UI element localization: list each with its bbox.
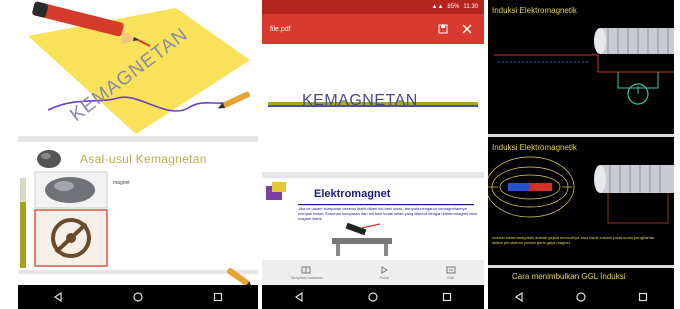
- back-icon[interactable]: [52, 291, 64, 303]
- slide-induction-1[interactable]: Induksi Elektromagnetik: [488, 0, 674, 134]
- home-icon[interactable]: [575, 291, 587, 303]
- android-nav-bar: [262, 285, 484, 309]
- pages-icon: [301, 266, 311, 273]
- signal-icon: ▲▲: [431, 4, 444, 10]
- app-title: file.pdf: [270, 25, 291, 33]
- phone-pdf-viewer: ▲▲ 85% 11.30 file.pdf KEMAGNETAN Elektro…: [262, 0, 484, 309]
- save-icon[interactable]: [434, 20, 452, 38]
- close-icon[interactable]: [458, 20, 476, 38]
- android-nav-bar: [18, 285, 258, 309]
- app-bar: file.pdf: [262, 14, 484, 44]
- tab-play[interactable]: Putar: [379, 265, 389, 280]
- section-title: Elektromagnet: [314, 188, 391, 200]
- tab-page-view[interactable]: Tampilan halaman: [290, 266, 323, 280]
- image-caption: magnet: [113, 180, 130, 186]
- panel-divider-2: [488, 265, 674, 268]
- battery-level: 85%: [447, 4, 460, 10]
- slide-title: Asal-usul Kemagnetan: [80, 152, 207, 166]
- screenshot-collage: KEMAGNETAN Asal-usul Kemagnetan magnet ▲…: [0, 0, 680, 309]
- tab-label-edit: Edit: [447, 274, 455, 280]
- phone-dark-slides: Induksi Elektromagnetik Induksi Elektrom…: [488, 0, 674, 309]
- panel2-title: Induksi Elektromagnetik: [492, 143, 577, 152]
- clock: 11.30: [463, 4, 478, 10]
- recents-icon[interactable]: [212, 291, 224, 303]
- back-icon[interactable]: [513, 291, 525, 303]
- magnetite-rock-icon: [37, 150, 61, 168]
- phone-presentation-slides: KEMAGNETAN Asal-usul Kemagnetan magnet: [18, 0, 258, 309]
- edit-icon: [446, 266, 456, 273]
- back-icon[interactable]: [293, 291, 305, 303]
- home-icon[interactable]: [132, 291, 144, 303]
- coil-animation-1: [494, 28, 674, 105]
- slide-induction-2[interactable]: Induksi Elektromagnetik Induksi elektrom…: [488, 137, 674, 265]
- recents-icon[interactable]: [441, 291, 453, 303]
- cover-illustration: KEMAGNETAN: [28, 1, 250, 134]
- page-title: KEMAGNETAN: [302, 92, 418, 109]
- play-icon: [381, 265, 389, 274]
- home-icon[interactable]: [367, 291, 379, 303]
- slide-origin-of-magnetism[interactable]: Asal-usul Kemagnetan magnet: [18, 142, 258, 270]
- recents-icon[interactable]: [637, 291, 649, 303]
- pdf-page-electromagnet[interactable]: Elektromagnet Jika ke dalam kumparan ber…: [262, 178, 484, 260]
- panel1-title: Induksi Elektromagnetik: [492, 6, 577, 15]
- tab-label-play: Putar: [379, 274, 389, 280]
- status-bar: ▲▲ 85% 11.30: [262, 0, 484, 14]
- tab-edit[interactable]: Edit: [446, 266, 456, 280]
- panel3-title: Cara menimbulkan GGL Induksi: [512, 272, 626, 281]
- panel2-caption: Induksi elektromagnetik adalah gejala mu…: [492, 235, 655, 245]
- magnet-field-diagram: [488, 156, 674, 224]
- tab-label-page-view: Tampilan halaman: [290, 274, 323, 280]
- viewer-toolbar: Tampilan halaman Putar Edit: [262, 260, 484, 285]
- section-body: Jika ke dalam kumparan berarus listrik d…: [298, 206, 478, 221]
- slide-separator-bottom: [18, 270, 258, 274]
- cover-slide[interactable]: KEMAGNETAN: [18, 0, 258, 136]
- android-nav-bar: [488, 285, 674, 309]
- pdf-page-title[interactable]: KEMAGNETAN: [262, 44, 484, 172]
